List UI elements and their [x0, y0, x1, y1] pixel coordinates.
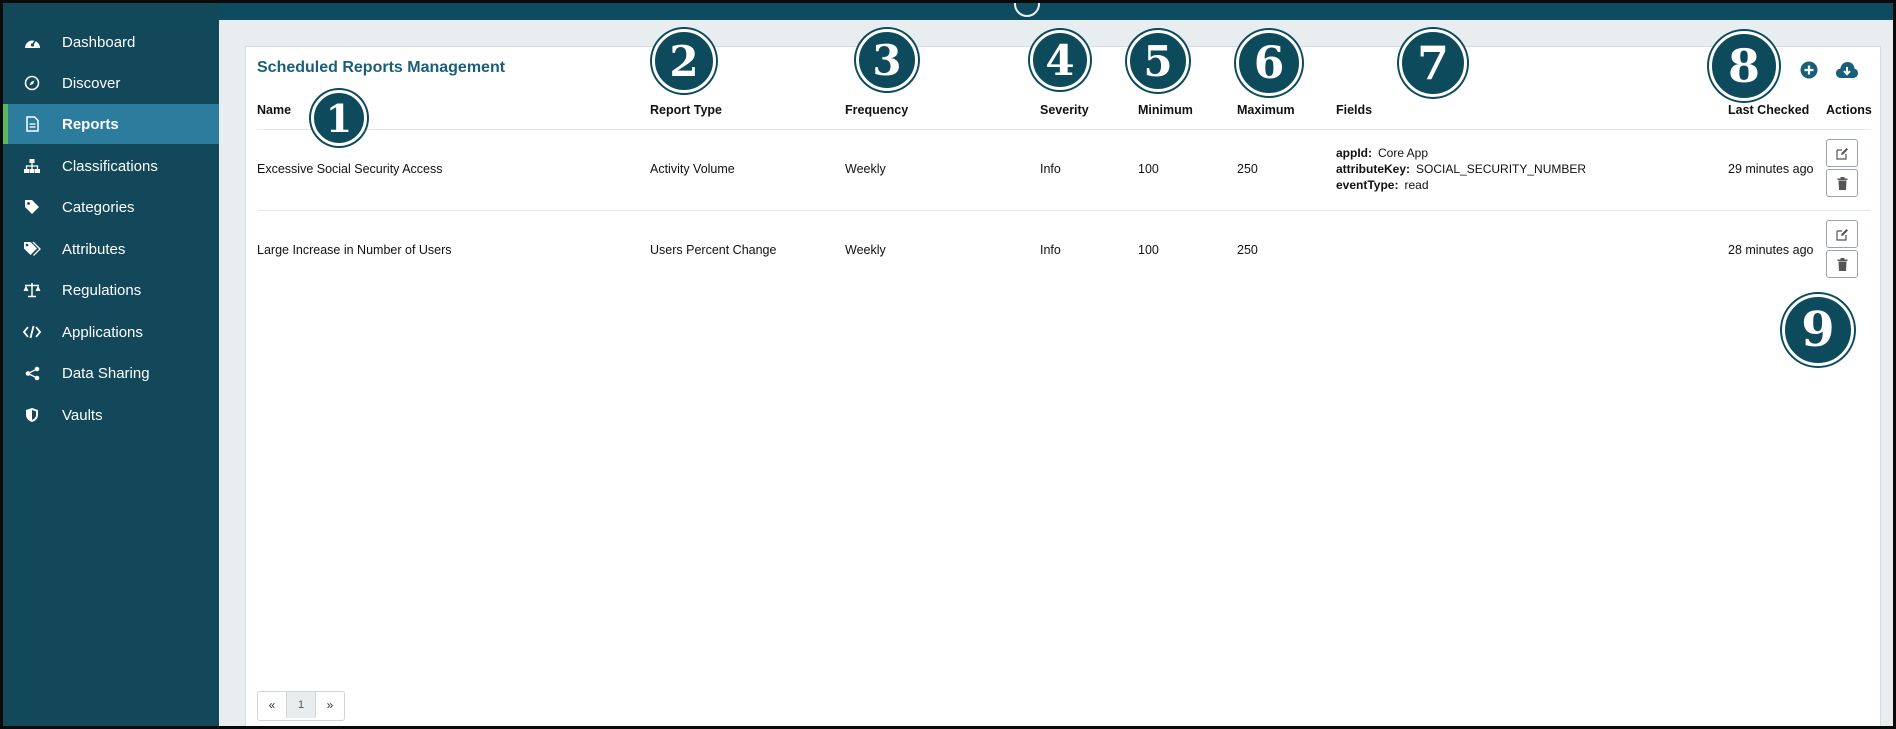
field-line: eventType: read: [1336, 177, 1586, 193]
sidebar-item-discover[interactable]: Discover: [3, 63, 219, 103]
callout-badge: 4: [1030, 30, 1090, 90]
sidebar-item-label: Reports: [62, 115, 119, 133]
edit-button[interactable]: [1826, 220, 1858, 248]
balance-scale-icon: [23, 281, 41, 299]
app-window: Dashboard Discover Reports Classificatio…: [0, 0, 1896, 729]
sidebar-item-label: Classifications: [62, 157, 158, 175]
delete-button[interactable]: [1826, 250, 1858, 278]
report-frequency: Weekly: [845, 162, 886, 176]
sidebar-item-label: Attributes: [62, 240, 126, 258]
callout-badge: 9: [1782, 294, 1854, 366]
sidebar-item-regulations[interactable]: Regulations: [3, 270, 219, 310]
callout-badge: 6: [1236, 30, 1302, 96]
shield-icon: [23, 406, 41, 424]
reports-panel: Scheduled Reports Management Name Report…: [245, 46, 1881, 726]
report-name: Large Increase in Number of Users: [257, 243, 452, 257]
tags-icon: [23, 240, 41, 258]
delete-button[interactable]: [1826, 169, 1858, 197]
sidebar-item-label: Regulations: [62, 281, 142, 299]
pagination-next[interactable]: »: [316, 692, 344, 718]
pagination-page[interactable]: 1: [287, 692, 316, 718]
sitemap-icon: [23, 157, 41, 175]
sidebar-item-applications[interactable]: Applications: [3, 312, 219, 352]
edit-button[interactable]: [1826, 139, 1858, 167]
column-header-maximum[interactable]: Maximum: [1237, 103, 1295, 117]
report-type: Users Percent Change: [650, 243, 777, 257]
report-file-icon: [23, 115, 41, 133]
callout-badge: 3: [856, 29, 918, 91]
report-last-checked: 28 minutes ago: [1728, 243, 1814, 257]
edit-icon: [1835, 228, 1848, 241]
row-divider: [257, 210, 1871, 211]
share-icon: [23, 364, 41, 382]
page-title: Scheduled Reports Management: [257, 59, 506, 76]
report-maximum: 250: [1237, 162, 1258, 176]
top-bar: [219, 3, 1893, 20]
column-header-frequency[interactable]: Frequency: [845, 103, 908, 117]
compass-icon: [23, 74, 41, 92]
sidebar-item-vaults[interactable]: Vaults: [3, 395, 219, 435]
trash-icon: [1837, 257, 1847, 271]
edit-icon: [1835, 147, 1848, 160]
report-type: Activity Volume: [650, 162, 735, 176]
column-header-fields[interactable]: Fields: [1336, 103, 1372, 117]
report-maximum: 250: [1237, 243, 1258, 257]
callout-badge: 2: [652, 29, 716, 93]
column-header-report-type[interactable]: Report Type: [650, 103, 722, 117]
report-minimum: 100: [1138, 162, 1159, 176]
field-key: attributeKey:: [1336, 162, 1411, 176]
callout-badge: 1: [311, 90, 367, 146]
field-value: SOCIAL_SECURITY_NUMBER: [1416, 162, 1587, 176]
report-last-checked: 29 minutes ago: [1728, 162, 1814, 176]
report-name: Excessive Social Security Access: [257, 162, 443, 176]
callout-badge: 5: [1127, 30, 1189, 92]
report-minimum: 100: [1138, 243, 1159, 257]
column-header-minimum[interactable]: Minimum: [1138, 103, 1193, 117]
sidebar-item-label: Categories: [62, 198, 135, 216]
sidebar-item-label: Data Sharing: [62, 364, 150, 382]
field-value: read: [1404, 178, 1429, 192]
header-divider: [257, 129, 1871, 130]
sidebar-item-label: Applications: [62, 323, 143, 341]
field-line: attributeKey: SOCIAL_SECURITY_NUMBER: [1336, 161, 1586, 177]
field-key: eventType:: [1336, 178, 1399, 192]
pagination: « 1 »: [257, 691, 345, 721]
callout-badge: 7: [1399, 29, 1467, 97]
sidebar-item-reports[interactable]: Reports: [3, 104, 219, 144]
report-fields: appId: Core App attributeKey: SOCIAL_SECUR…: [1336, 145, 1586, 193]
sidebar-item-dashboard[interactable]: Dashboard: [3, 22, 219, 62]
pagination-prev[interactable]: «: [258, 692, 287, 718]
field-line: appId: Core App: [1336, 145, 1586, 161]
report-severity: Info: [1040, 243, 1061, 257]
callout-badge: 8: [1709, 31, 1779, 101]
dashboard-icon: [23, 33, 41, 51]
column-header-name[interactable]: Name: [257, 103, 291, 117]
column-header-actions: Actions: [1826, 103, 1872, 117]
field-key: appId:: [1336, 146, 1372, 160]
column-header-last-checked[interactable]: Last Checked: [1728, 103, 1809, 117]
sidebar-item-categories[interactable]: Categories: [3, 187, 219, 227]
sidebar-item-label: Vaults: [62, 406, 103, 424]
sidebar-item-classifications[interactable]: Classifications: [3, 146, 219, 186]
sidebar: Dashboard Discover Reports Classificatio…: [3, 3, 219, 726]
tag-icon: [23, 198, 41, 216]
main-content: Scheduled Reports Management Name Report…: [219, 3, 1893, 726]
report-severity: Info: [1040, 162, 1061, 176]
cloud-download-icon[interactable]: [1835, 61, 1859, 84]
sidebar-item-label: Discover: [62, 74, 121, 92]
sidebar-item-data-sharing[interactable]: Data Sharing: [3, 353, 219, 393]
plus-circle-icon[interactable]: [1800, 61, 1818, 84]
field-value: Core App: [1378, 146, 1429, 160]
sidebar-item-attributes[interactable]: Attributes: [3, 229, 219, 269]
sidebar-item-label: Dashboard: [62, 33, 136, 51]
code-icon: [23, 323, 41, 341]
report-frequency: Weekly: [845, 243, 886, 257]
trash-icon: [1837, 176, 1847, 190]
column-header-severity[interactable]: Severity: [1040, 103, 1089, 117]
